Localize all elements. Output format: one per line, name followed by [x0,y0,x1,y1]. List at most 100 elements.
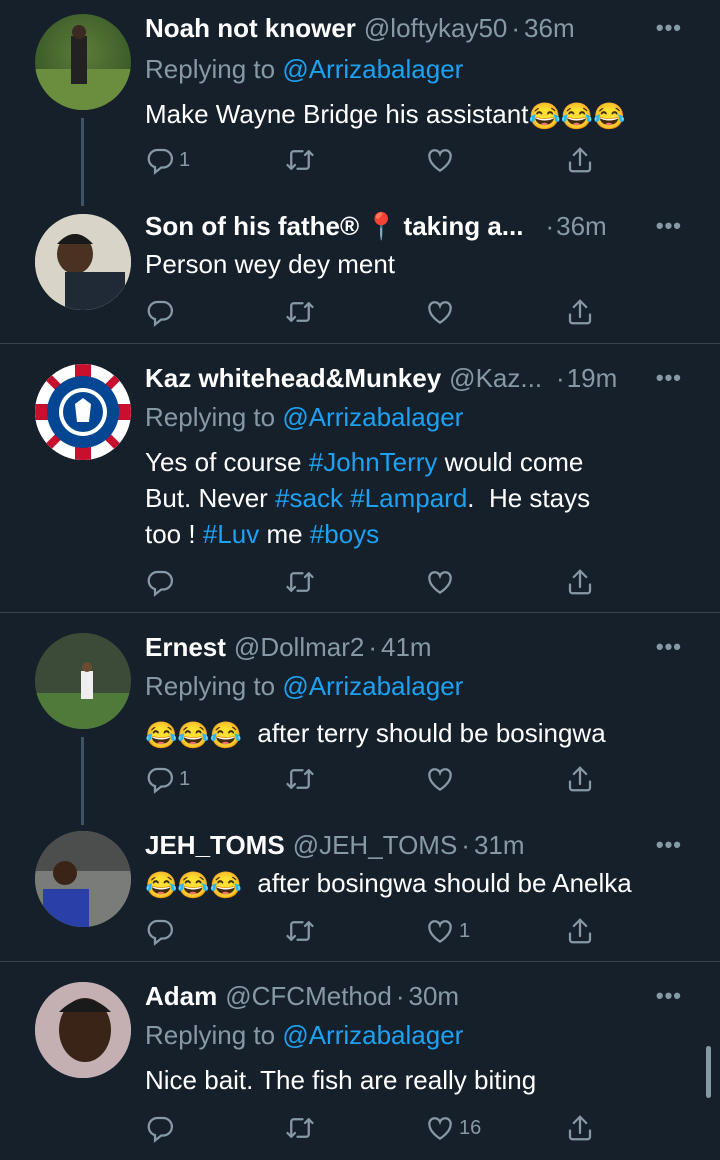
heart-icon [425,297,455,327]
like-button[interactable]: 16 [425,1110,481,1146]
scrollbar[interactable] [706,1046,711,1098]
timestamp[interactable]: 36m [524,13,575,44]
display-name-tail[interactable]: taking a... [404,211,524,242]
share-button[interactable] [565,1110,595,1146]
retweet-button[interactable] [285,142,315,178]
reply-button[interactable]: 1 [145,142,190,178]
tweet[interactable]: Ernest @Dollmar2 · 41m ••• Replying to @… [0,613,720,825]
hashtag-link[interactable]: #sack [275,483,343,513]
user-handle[interactable]: @loftykay50 [364,13,507,44]
retweet-button[interactable] [285,913,315,949]
tweet[interactable]: Son of his fathe® 📍 taking a... · 36m ••… [0,200,720,342]
tweet-text-content: after bosingwa should be Anelka [257,868,632,898]
timestamp[interactable]: 30m [408,981,459,1012]
avatar[interactable] [35,831,131,927]
emoji: 😂😂😂 [145,720,243,751]
share-icon [565,764,595,794]
thread-line [81,118,84,206]
share-button[interactable] [565,142,595,178]
avatar[interactable] [35,633,131,729]
reply-button[interactable] [145,1110,175,1146]
reply-count: 1 [179,767,191,790]
hashtag-link[interactable]: #Lampard [350,483,467,513]
like-button[interactable] [425,761,455,797]
share-button[interactable] [565,564,595,600]
separator: · [368,631,378,662]
display-name[interactable]: JEH_TOMS [145,830,285,861]
mention-link[interactable]: @Arrizabalager [282,54,463,84]
reply-icon [145,297,175,327]
tweet-text: 😂😂😂 after terry should be bosingwa [145,715,705,753]
tweet-text: Make Wayne Bridge his assistant😂😂😂 [145,96,705,134]
avatar[interactable] [35,982,131,1078]
reply-button[interactable] [145,913,175,949]
retweet-button[interactable] [285,1110,315,1146]
separator: · [556,362,565,393]
timestamp[interactable]: 31m [474,830,525,861]
display-name[interactable]: Ernest [145,632,226,663]
share-button[interactable] [565,761,595,797]
user-handle[interactable]: @Dollmar2 [234,632,364,663]
more-options-icon[interactable]: ••• [656,634,682,660]
display-name[interactable]: Adam [145,981,217,1012]
reply-button[interactable]: 1 [145,761,190,797]
display-name[interactable]: Noah not knower [145,13,356,44]
like-button[interactable] [425,564,455,600]
mention-link[interactable]: @Arrizabalager [282,671,463,701]
tweet-actions: 1 [145,142,615,178]
timestamp[interactable]: 19m [567,363,618,394]
retweet-icon [285,297,315,327]
more-options-icon[interactable]: ••• [656,15,682,41]
share-button[interactable] [565,913,595,949]
like-button[interactable]: 1 [425,913,470,949]
share-button[interactable] [565,294,595,330]
timestamp[interactable]: 36m [556,211,607,242]
retweet-icon [285,1113,315,1143]
retweet-button[interactable] [285,761,315,797]
tweet-text: Yes of course #JohnTerry would come But.… [145,444,705,552]
user-handle[interactable]: @CFCMethod [225,981,392,1012]
reply-icon [145,145,175,175]
tweet-text: 😂😂😂 after bosingwa should be Anelka [145,865,705,903]
tweet[interactable]: Noah not knower @loftykay50 · 36m ••• Re… [0,0,720,206]
retweet-button[interactable] [285,564,315,600]
hashtag-link[interactable]: #JohnTerry [309,447,438,477]
heart-icon [425,764,455,794]
user-handle[interactable]: @Kaz... [449,363,542,394]
tweet-text-content: after terry should be bosingwa [257,718,606,748]
thread-line [81,737,84,825]
reply-button[interactable] [145,294,175,330]
avatar[interactable] [35,14,131,110]
retweet-button[interactable] [285,294,315,330]
timestamp[interactable]: 41m [381,632,432,663]
more-options-icon[interactable]: ••• [656,832,682,858]
more-options-icon[interactable]: ••• [656,365,682,391]
share-icon [565,1113,595,1143]
hashtag-link[interactable]: #Luv [203,519,259,549]
mention-link[interactable]: @Arrizabalager [282,402,463,432]
tweet[interactable]: Adam @CFCMethod · 30m ••• Replying to @A… [0,962,720,1160]
text-segment: . He stays [467,483,591,513]
user-handle[interactable]: @JEH_TOMS [293,830,458,861]
tweet-text: Nice bait. The fish are really biting [145,1065,537,1095]
more-options-icon[interactable]: ••• [656,213,682,239]
tweet-text-content: Make Wayne Bridge his assistant [145,99,529,129]
mention-link[interactable]: @Arrizabalager [282,1020,463,1050]
display-name[interactable]: Son of his fathe® [145,211,359,242]
more-options-icon[interactable]: ••• [656,983,682,1009]
avatar[interactable] [35,364,131,460]
display-name[interactable]: Kaz whitehead&Munkey [145,363,441,394]
tweet[interactable]: Kaz whitehead&Munkey @Kaz... · 19m ••• R… [0,344,720,612]
tweet[interactable]: JEH_TOMS @JEH_TOMS · 31m ••• 😂😂😂 after b… [0,813,720,961]
like-count: 1 [459,919,471,942]
reply-button[interactable] [145,564,175,600]
avatar[interactable] [35,214,131,310]
like-button[interactable] [425,142,455,178]
replying-prefix: Replying to [145,54,283,84]
heart-icon [425,145,455,175]
hashtag-link[interactable]: #boys [310,519,379,549]
text-segment: me [259,519,310,549]
replying-to: Replying to @Arrizabalager [145,671,463,702]
like-button[interactable] [425,294,455,330]
tweet-actions [145,294,615,330]
